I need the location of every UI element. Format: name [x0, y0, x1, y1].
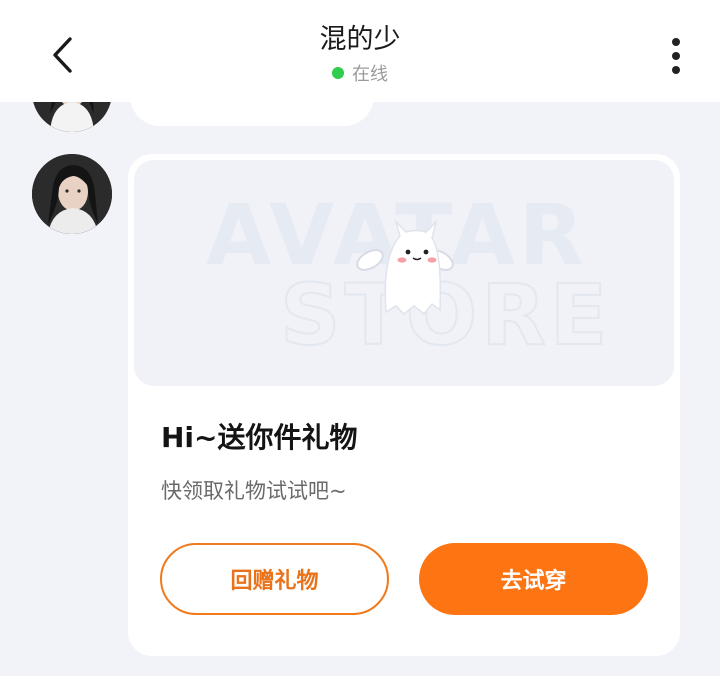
more-options-button[interactable]	[656, 34, 696, 78]
more-vertical-icon	[672, 38, 680, 46]
gift-message-card[interactable]: AVATAR STORE Hi~送你件礼物 快领取礼物试试吧~ 回赠礼物 去试穿	[128, 154, 680, 656]
avatar-photo	[32, 154, 112, 234]
chat-screen: 混的少 在线 AVATAR STORE Hi~送你件礼物 快领取礼物试试吧~ 回…	[0, 0, 720, 676]
return-gift-button[interactable]: 回赠礼物	[160, 543, 389, 615]
gift-subtitle: 快领取礼物试试吧~	[161, 479, 347, 503]
watermark-line2: STORE	[280, 266, 611, 364]
gift-banner: AVATAR STORE	[134, 160, 674, 386]
avatar[interactable]	[32, 154, 112, 234]
online-dot-icon	[332, 67, 344, 79]
contact-name: 混的少	[319, 24, 401, 55]
avatar-store-banner-art: AVATAR STORE	[206, 186, 611, 365]
header-title-area: 混的少 在线	[0, 22, 720, 86]
gift-title: Hi~送你件礼物	[161, 421, 358, 454]
try-on-button[interactable]: 去试穿	[419, 543, 648, 615]
status-text: 在线	[352, 64, 388, 85]
online-status: 在线	[0, 60, 720, 86]
chat-header: 混的少 在线	[0, 0, 720, 102]
